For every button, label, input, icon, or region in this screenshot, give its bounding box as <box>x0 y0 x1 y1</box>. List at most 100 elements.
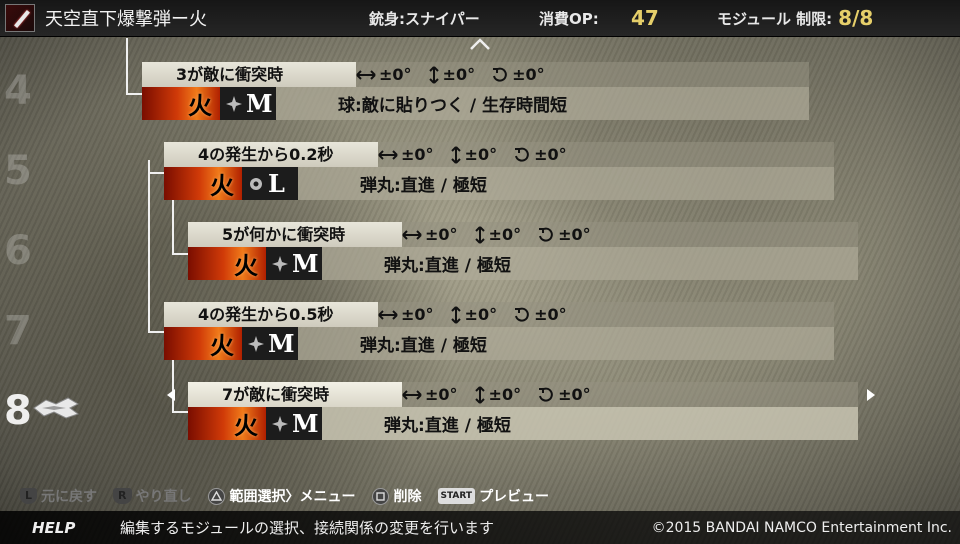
rotation-icon <box>515 307 529 322</box>
module-limit-label: モジュール 制限: <box>717 9 833 28</box>
tree-connector <box>172 411 188 413</box>
tree-connector <box>148 172 164 174</box>
help-label: HELP <box>32 518 76 537</box>
module-body: 火 M 弾丸:直進 / 極短 <box>188 247 858 280</box>
preview-label: プレビュー <box>479 489 550 505</box>
rotation-angle: ±0° <box>558 385 591 404</box>
vertical-arrow-icon <box>474 225 485 244</box>
rotation-angle: ±0° <box>558 225 591 244</box>
vertical-angle: ±0° <box>442 65 476 84</box>
rotation-icon <box>515 147 529 162</box>
rotation-icon <box>539 387 553 402</box>
vertical-arrow-icon <box>474 385 485 404</box>
vertical-arrow-icon <box>450 305 461 324</box>
preview-button[interactable]: START プレビュー <box>437 486 550 506</box>
trigger-label: 4の発生から0.2秒 <box>164 142 378 167</box>
module-limit-value: 8/8 <box>838 6 874 30</box>
size-label: M <box>292 409 319 438</box>
delete-label: 削除 <box>393 489 422 505</box>
horizontal-arrow-icon <box>402 229 422 240</box>
horizontal-arrow-icon <box>378 149 398 160</box>
cursor-icon <box>33 397 80 419</box>
rotation-icon <box>539 227 553 242</box>
module-body: 火 M 球:敵に貼りつく / 生存時間短 <box>142 87 809 120</box>
button-guide: L 元に戻す R やり直し 範囲選択〉メニュー 削除 START プレビュー <box>0 482 960 510</box>
horizontal-angle: ±0° <box>425 385 458 404</box>
module-row[interactable]: 5が何かに衝突時 ±0° ±0° ±0° 火 M 弾丸:直進 / 極短 <box>188 222 858 284</box>
size-badge: L <box>242 167 298 200</box>
vertical-arrow-icon <box>428 65 439 84</box>
module-star-icon <box>272 415 288 432</box>
fire-element-badge: 火 <box>142 87 220 120</box>
horizontal-arrow-icon <box>378 309 398 320</box>
op-value: 47 <box>631 6 659 30</box>
redo-button[interactable]: R やり直し <box>113 486 192 506</box>
fire-element-badge: 火 <box>188 247 266 280</box>
module-row[interactable]: 4の発生から0.5秒 ±0° ±0° ±0° 火 M 弾丸:直進 / 極短 <box>164 302 834 364</box>
barrel-label: 銃身:スナイパー <box>369 9 480 28</box>
vertical-angle: ±0° <box>488 225 522 244</box>
range-select-label: 範囲選択〉メニュー <box>229 489 356 505</box>
size-label: L <box>268 169 285 198</box>
tree-connector <box>172 253 188 255</box>
undo-button[interactable]: L 元に戻す <box>20 486 97 506</box>
help-bar: HELP 編集するモジュールの選択、接続関係の変更を行います ©2015 BAN… <box>0 511 960 544</box>
rotation-angle: ±0° <box>534 145 567 164</box>
scroll-up-icon[interactable] <box>469 38 491 50</box>
horizontal-angle: ±0° <box>401 305 434 324</box>
row-number: 6 <box>4 228 32 274</box>
trigger-label: 7が敵に衝突時 <box>188 382 402 407</box>
fire-element-badge: 火 <box>188 407 266 440</box>
arrow-left-icon[interactable] <box>166 388 176 402</box>
copyright: ©2015 BANDAI NAMCO Entertainment Inc. <box>651 519 952 536</box>
horizontal-angle: ±0° <box>401 145 434 164</box>
module-description: 弾丸:直進 / 極短 <box>360 336 487 356</box>
module-row[interactable]: 3が敵に衝突時 ±0° ±0° ±0° 火 M 球:敵に貼りつく / 生存時間短 <box>142 62 809 124</box>
module-star-icon <box>272 255 288 272</box>
size-label: M <box>268 329 295 358</box>
tree-connector <box>126 38 128 94</box>
square-button-icon <box>371 487 389 505</box>
redo-label: やり直し <box>135 489 192 505</box>
tree-connector <box>126 93 142 95</box>
undo-label: 元に戻す <box>41 489 98 505</box>
element-label: 火 <box>234 252 258 280</box>
fire-element-badge: 火 <box>164 167 242 200</box>
rotation-angle: ±0° <box>512 65 545 84</box>
angle-params: ±0° ±0° ±0° <box>378 302 834 327</box>
vertical-angle: ±0° <box>488 385 522 404</box>
fire-element-badge: 火 <box>164 327 242 360</box>
l-button-icon: L <box>20 488 38 504</box>
module-row-selected[interactable]: 7が敵に衝突時 ±0° ±0° ±0° 火 M 弾丸:直進 / 極短 <box>188 382 858 444</box>
size-label: M <box>246 89 273 118</box>
module-gear-icon <box>250 177 262 190</box>
vertical-angle: ±0° <box>464 305 498 324</box>
row-number-selected: 8 <box>4 388 32 434</box>
size-label: M <box>292 249 319 278</box>
module-row[interactable]: 4の発生から0.2秒 ±0° ±0° ±0° 火 L 弾丸:直進 / 極短 <box>164 142 834 204</box>
module-star-icon <box>226 95 242 112</box>
weapon-icon <box>5 4 35 32</box>
rotation-icon <box>493 67 507 82</box>
module-body: 火 M 弾丸:直進 / 極短 <box>188 407 858 440</box>
size-badge: M <box>220 87 276 120</box>
module-star-icon <box>248 335 264 352</box>
angle-params: ±0° ±0° ±0° <box>402 222 858 247</box>
weapon-name: 天空直下爆撃弾ー火 <box>45 9 207 30</box>
row-number: 7 <box>4 308 32 354</box>
vertical-arrow-icon <box>450 145 461 164</box>
element-label: 火 <box>234 412 258 440</box>
element-label: 火 <box>210 172 234 200</box>
trigger-label: 5が何かに衝突時 <box>188 222 402 247</box>
size-badge: M <box>266 407 322 440</box>
triangle-button-icon <box>207 487 225 505</box>
trigger-label: 4の発生から0.5秒 <box>164 302 378 327</box>
start-button-icon: START <box>437 488 476 504</box>
delete-button[interactable]: 削除 <box>371 486 422 506</box>
range-select-button[interactable]: 範囲選択〉メニュー <box>207 486 356 506</box>
op-label: 消費OP: <box>539 9 599 28</box>
trigger-label: 3が敵に衝突時 <box>142 62 356 87</box>
angle-params: ±0° ±0° ±0° <box>378 142 834 167</box>
arrow-right-icon[interactable] <box>866 388 876 402</box>
tree-connector <box>172 198 174 254</box>
